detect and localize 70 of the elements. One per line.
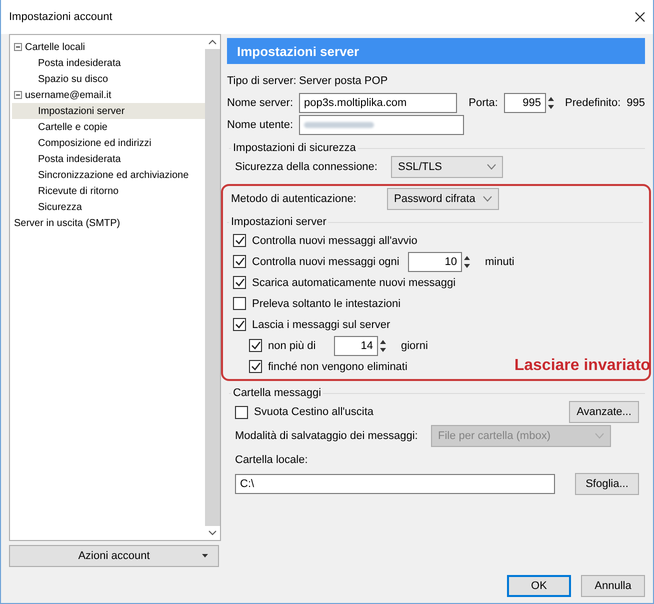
tree-item[interactable]: Server in uscita (SMTP) [12, 215, 205, 231]
tree-item[interactable]: Cartelle locali [12, 39, 205, 55]
account-actions-button[interactable]: Azioni account [9, 545, 219, 567]
field-label: Sicurezza della connessione: [235, 161, 378, 173]
chevron-down-icon [483, 196, 492, 202]
tree-item[interactable]: Impostazioni server [12, 103, 205, 119]
checkbox[interactable] [233, 234, 246, 247]
window-title: Impostazioni account [9, 11, 112, 23]
tree-item[interactable]: Spazio su disco [12, 71, 205, 87]
option-label: Controlla nuovi messaggi all'avvio [252, 234, 418, 246]
chevron-down-icon [595, 433, 604, 439]
checkbox[interactable] [233, 297, 246, 310]
tree-item[interactable]: Ricevute di ritorno [12, 183, 205, 199]
collapse-icon[interactable] [14, 43, 22, 51]
scrollbar[interactable] [205, 35, 220, 540]
server-type-value: Server posta POP [299, 75, 388, 87]
tree-item[interactable]: Sincronizzazione ed archiviazione [12, 167, 205, 183]
field-label: Modalità di salvataggio dei messaggi: [235, 430, 419, 442]
unit-label: minuti [485, 256, 514, 268]
checkbox[interactable] [233, 255, 246, 268]
field-label: Nome server: [227, 97, 293, 109]
group-title: Impostazioni di sicurezza [232, 142, 357, 154]
option-label: non più di [268, 340, 317, 352]
connection-security-dropdown[interactable]: SSL/TLS [391, 156, 503, 178]
field-label: Tipo di server: [227, 75, 293, 87]
local-folder-field[interactable]: C:\ [235, 474, 555, 494]
section-header: Impostazioni server [227, 38, 645, 64]
option-label: Controlla nuovi messaggi ogni [252, 256, 400, 268]
tree-item[interactable]: Sicurezza [12, 199, 205, 215]
checkbox[interactable] [235, 406, 248, 418]
field-label: Porta: [468, 97, 498, 109]
tree-item[interactable]: Cartelle e copie [12, 119, 205, 135]
number-field[interactable]: 995 [504, 93, 546, 113]
option-label: Lascia i messaggi sul server [252, 318, 390, 330]
tree-item[interactable]: username@email.it [12, 87, 205, 103]
caret-icon [202, 554, 208, 558]
option-label: Preleva soltanto le intestazioni [252, 298, 401, 310]
number-field[interactable]: 14 [334, 336, 378, 356]
option-label: finché non vengono eliminati [268, 360, 408, 372]
checkbox[interactable] [233, 318, 246, 331]
advanced-button[interactable]: Avanzate... [569, 401, 639, 423]
tree-item[interactable]: Posta indesiderata [12, 151, 205, 167]
scroll-up-icon[interactable] [205, 35, 220, 49]
field-label: Predefinito: [564, 97, 621, 109]
cancel-button[interactable]: Annulla [581, 575, 645, 597]
number-field[interactable]: 10 [408, 252, 462, 272]
tree-item[interactable]: Posta indesiderata [12, 55, 205, 71]
unit-label: giorni [401, 340, 428, 352]
field-label: Cartella locale: [235, 454, 308, 466]
checkbox[interactable] [233, 276, 246, 289]
server-name-field[interactable]: pop3s.moltiplika.com [299, 93, 457, 113]
field-label: Nome utente: [227, 119, 293, 131]
group-title: Impostazioni server [230, 216, 328, 228]
collapse-icon[interactable] [14, 91, 22, 99]
group-title: Cartella messaggi [232, 387, 322, 399]
auth-method-dropdown[interactable]: Password cifrata [387, 188, 499, 210]
tree-item[interactable]: Composizione ed indirizzi [12, 135, 205, 151]
default-port-value: 995 [626, 97, 645, 109]
checkbox[interactable] [249, 339, 262, 352]
browse-button[interactable]: Sfoglia... [575, 473, 639, 495]
option-label: Svuota Cestino all'uscita [254, 406, 374, 418]
username-field[interactable] [299, 115, 464, 135]
blurred-text [304, 122, 374, 128]
chevron-down-icon [487, 164, 496, 170]
ok-button[interactable]: OK [507, 575, 571, 597]
field-label: Metodo di autenticazione: [231, 193, 358, 205]
checkbox[interactable] [249, 360, 262, 373]
option-label: Scarica automaticamente nuovi messaggi [252, 276, 456, 288]
scroll-down-icon[interactable] [205, 526, 220, 540]
close-icon[interactable] [635, 12, 645, 22]
